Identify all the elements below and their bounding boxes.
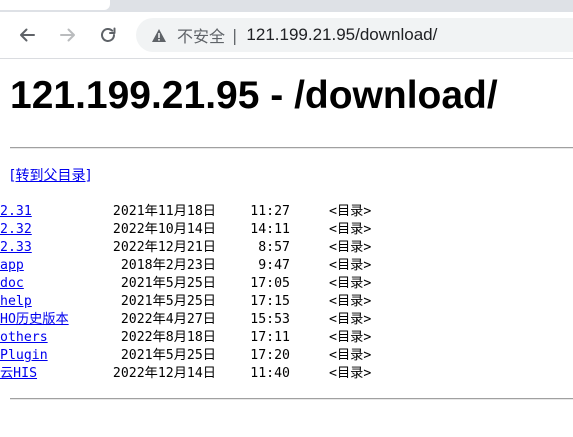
forward-button[interactable]	[55, 22, 81, 48]
forward-arrow-icon	[60, 28, 75, 42]
entry-name-link[interactable]: 2.31	[0, 204, 32, 219]
security-status-label[interactable]: 不安全	[177, 23, 225, 47]
top-divider	[10, 147, 573, 149]
entry-date: 2022年4月27日	[120, 312, 216, 327]
entry-date: 2021年11月18日	[112, 204, 216, 219]
entry-name-link[interactable]: 2.32	[0, 222, 32, 237]
entry-time: 9:47	[258, 258, 290, 273]
warning-icon[interactable]	[151, 27, 167, 43]
list-item: 2022年8月18日 17:11 <目录> others	[0, 329, 573, 347]
entry-date: 2022年12月21日	[112, 240, 216, 255]
active-tab[interactable]	[0, 0, 110, 10]
entry-type: <目录>	[329, 330, 372, 345]
directory-listing: 2021年11月18日 11:27 <目录> 2.31 2022年10月14日 14:11…	[0, 203, 573, 383]
entry-type: <目录>	[329, 258, 372, 273]
reload-icon	[101, 27, 116, 42]
browser-toolbar: 不安全 | 121.199.21.95/download/	[0, 12, 573, 59]
page-title: 121.199.21.95 - /download/	[10, 74, 498, 117]
back-arrow-icon	[20, 28, 35, 42]
list-item: 2022年10月14日 14:11 <目录> 2.32	[0, 221, 573, 239]
entry-type: <目录>	[329, 348, 372, 363]
entry-type: <目录>	[329, 222, 372, 237]
entry-time: 17:15	[250, 294, 290, 309]
list-item: 2021年5月25日 17:20 <目录> Plugin	[0, 347, 573, 365]
list-item: 2022年4月27日 15:53 <目录> HO历史版本	[0, 311, 573, 329]
entry-date: 2022年8月18日	[120, 330, 216, 345]
entry-time: 15:53	[250, 312, 290, 327]
list-item: 2021年5月25日 17:05 <目录> doc	[0, 275, 573, 293]
entry-type: <目录>	[329, 366, 372, 381]
tab-strip	[0, 0, 573, 12]
entry-time: 8:57	[258, 240, 290, 255]
entry-name-link[interactable]: 2.33	[0, 240, 32, 255]
back-button[interactable]	[14, 22, 40, 48]
entry-date: 2021年5月25日	[120, 276, 216, 291]
entry-time: 11:27	[250, 204, 290, 219]
list-item: 2022年12月21日 8:57 <目录> 2.33	[0, 239, 573, 257]
entry-date: 2021年5月25日	[120, 348, 216, 363]
entry-type: <目录>	[329, 204, 372, 219]
entry-name-link[interactable]: others	[0, 330, 48, 345]
entry-name-link[interactable]: HO历史版本	[0, 312, 69, 327]
reload-button[interactable]	[95, 22, 121, 48]
entry-type: <目录>	[329, 276, 372, 291]
entry-time: 17:11	[250, 330, 290, 345]
entry-time: 17:20	[250, 348, 290, 363]
list-item: 2022年12月14日 11:40 <目录> 云HIS	[0, 365, 573, 383]
entry-name-link[interactable]: app	[0, 258, 24, 273]
entry-time: 17:05	[250, 276, 290, 291]
entry-name-link[interactable]: help	[0, 294, 32, 309]
entry-name-link[interactable]: doc	[0, 276, 24, 291]
entry-name-link[interactable]: Plugin	[0, 348, 48, 363]
entry-name-link[interactable]: 云HIS	[0, 366, 37, 381]
entry-date: 2022年12月14日	[112, 366, 216, 381]
entry-date: 2022年10月14日	[112, 222, 216, 237]
list-item: 2021年5月25日 17:15 <目录> help	[0, 293, 573, 311]
url-text[interactable]: 121.199.21.95/download/	[246, 25, 437, 45]
parent-directory-link[interactable]: [转到父目录]	[10, 165, 91, 185]
bottom-divider	[10, 398, 573, 400]
entry-type: <目录>	[329, 294, 372, 309]
list-item: 2018年2月23日 9:47 <目录> app	[0, 257, 573, 275]
address-separator: |	[232, 25, 238, 45]
entry-time: 14:11	[250, 222, 290, 237]
address-bar[interactable]: 不安全 | 121.199.21.95/download/	[136, 18, 573, 52]
entry-type: <目录>	[329, 312, 372, 327]
entry-date: 2018年2月23日	[120, 258, 216, 273]
entry-date: 2021年5月25日	[120, 294, 216, 309]
entry-type: <目录>	[329, 240, 372, 255]
entry-time: 11:40	[250, 366, 290, 381]
list-item: 2021年11月18日 11:27 <目录> 2.31	[0, 203, 573, 221]
